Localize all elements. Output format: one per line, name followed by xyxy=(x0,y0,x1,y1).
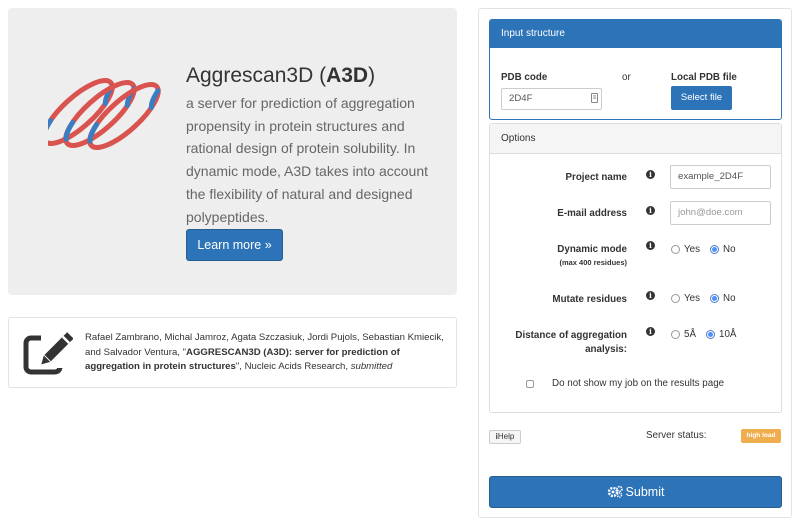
mutate-no-radio[interactable] xyxy=(710,294,719,303)
distance-10-label: 10Å xyxy=(719,329,737,340)
mutate-yes-label: Yes xyxy=(684,293,700,304)
dynamic-mode-label: Dynamic mode (max 400 residues) xyxy=(557,243,627,268)
dynamic-mode-sub: (max 400 residues) xyxy=(559,258,627,267)
project-name-label: Project name xyxy=(565,172,627,183)
job-form: Input structure PDB code or Local PDB fi… xyxy=(478,8,792,518)
edit-icon xyxy=(23,332,73,375)
learn-more-button[interactable]: Learn more » xyxy=(186,229,283,261)
options-panel: Options Project name i example_2D4F E-ma… xyxy=(489,123,782,413)
local-file-label: Local PDB file xyxy=(671,72,737,83)
or-label: or xyxy=(622,72,631,83)
help-button[interactable]: iHelp xyxy=(489,430,521,444)
email-label: E-mail address xyxy=(557,208,627,219)
hero-panel: Aggrescan3D (A3D) a server for predictio… xyxy=(8,8,457,295)
submit-label: Submit xyxy=(625,485,665,499)
status-badge: high load xyxy=(741,429,781,443)
page-title: Aggrescan3D (A3D) xyxy=(186,64,375,88)
mutate-no-label: No xyxy=(723,293,736,304)
distance-5-radio[interactable] xyxy=(671,330,680,339)
title-prefix: Aggrescan3D ( xyxy=(186,64,327,87)
dynamic-yes-radio[interactable] xyxy=(671,245,680,254)
server-status-label: Server status: xyxy=(646,430,707,441)
select-file-button[interactable]: Select file xyxy=(671,86,732,110)
dynamic-no-label: No xyxy=(723,244,736,255)
a3d-logo xyxy=(48,78,161,150)
mutate-label: Mutate residues xyxy=(552,294,627,305)
distance-10-radio[interactable] xyxy=(706,330,715,339)
input-list-icon: ≡ xyxy=(591,93,598,103)
input-structure-panel: Input structure PDB code or Local PDB fi… xyxy=(489,19,782,120)
hide-job-checkbox[interactable] xyxy=(526,380,534,388)
citation-journal: ", Nucleic Acids Research, xyxy=(235,361,351,372)
dynamic-yes-label: Yes xyxy=(684,244,700,255)
options-header: Options xyxy=(490,124,781,154)
info-icon[interactable]: i xyxy=(646,291,655,300)
info-icon[interactable]: i xyxy=(646,170,655,179)
citation-text: Rafael Zambrano, Michal Jamroz, Agata Sz… xyxy=(85,331,447,375)
info-icon[interactable]: i xyxy=(646,241,655,250)
citation-status: submitted xyxy=(350,361,393,372)
citation-box: Rafael Zambrano, Michal Jamroz, Agata Sz… xyxy=(8,317,457,388)
submit-button[interactable]: Submit xyxy=(489,476,782,508)
distance-label-line1: Distance of aggregation xyxy=(515,330,627,341)
project-name-input[interactable]: example_2D4F xyxy=(670,165,771,189)
email-field[interactable]: john@doe.com xyxy=(670,201,771,225)
info-icon[interactable]: i xyxy=(646,327,655,336)
distance-label: Distance of aggregation analysis: xyxy=(515,329,627,357)
info-icon[interactable]: i xyxy=(646,206,655,215)
dynamic-mode-title: Dynamic mode xyxy=(557,244,627,255)
dynamic-no-radio[interactable] xyxy=(710,245,719,254)
title-suffix: ) xyxy=(368,64,376,87)
hide-job-label: Do not show my job on the results page xyxy=(552,378,725,389)
pdb-code-input[interactable]: 2D4F xyxy=(501,88,602,110)
input-structure-header: Input structure xyxy=(490,20,781,48)
gears-icon xyxy=(607,485,623,498)
title-bold: A3D xyxy=(326,64,369,87)
mutate-yes-radio[interactable] xyxy=(671,294,680,303)
hero-description: a server for prediction of aggregation p… xyxy=(186,95,429,225)
distance-label-line2: analysis: xyxy=(585,344,627,355)
distance-5-label: 5Å xyxy=(684,329,696,340)
help-label: Help xyxy=(497,432,515,441)
pdb-code-label: PDB code xyxy=(501,72,548,83)
